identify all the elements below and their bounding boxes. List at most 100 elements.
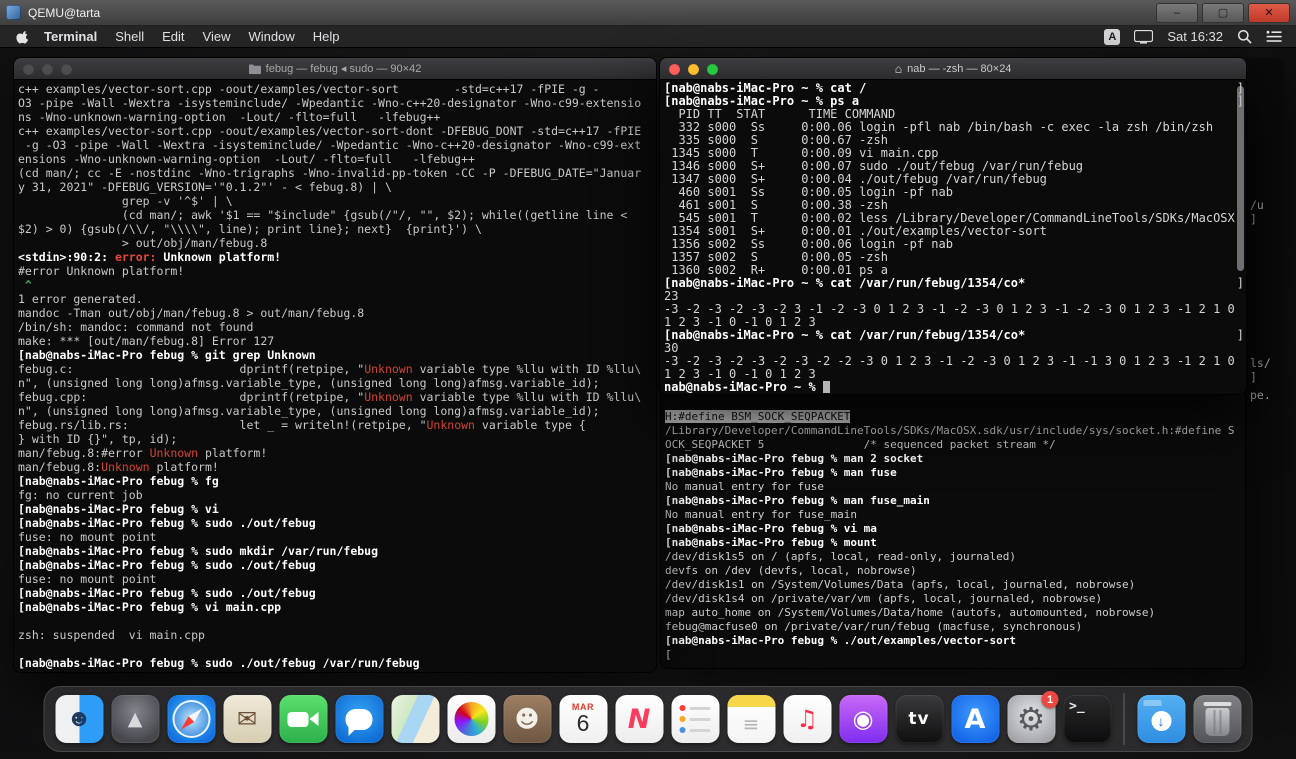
dock-item-downloads[interactable]: ↓ (1136, 691, 1187, 747)
terminal-line: map auto_home on /System/Volumes/Data/ho… (665, 606, 1243, 620)
calendar-icon: MAR6 (559, 695, 607, 743)
menu-app-name[interactable]: Terminal (44, 29, 97, 44)
qemu-maximize-button[interactable]: ▢ (1202, 3, 1244, 23)
terminal-line: OCK_SEQPACKET 5 /* sequenced packet stre… (665, 438, 1243, 452)
terminal-line: 1 error generated. (18, 292, 654, 306)
terminal-line: [nab@nabs-iMac-Pro febug % vi ma (665, 522, 1243, 536)
dock-item-terminal[interactable]: >_ (1062, 691, 1113, 747)
finder-icon: ☻ (55, 695, 103, 743)
dock-item-photos[interactable] (446, 691, 497, 747)
calendar-day: 6 (577, 710, 590, 737)
search-icon[interactable] (1237, 29, 1252, 44)
dock-item-reminders[interactable] (670, 691, 721, 747)
close-button[interactable] (23, 64, 34, 75)
dock-separator (1124, 693, 1125, 745)
dock-item-contacts[interactable]: ☻ (502, 691, 553, 747)
terminal-line: fuse: no mount point (18, 530, 654, 544)
input-source-icon[interactable]: A (1104, 29, 1120, 45)
terminal-line: mandoc -Tman out/obj/man/febug.8 > out/m… (18, 306, 654, 320)
menu-bar-status-area: A Sat 16:32 (1104, 29, 1296, 45)
mail-glyph: ✉ (237, 707, 257, 731)
terminal-line: zsh: suspended vi main.cpp (18, 628, 654, 642)
terminal-line: [nab@nabs-iMac-Pro febug % vi (18, 502, 654, 516)
dock-item-facetime[interactable] (278, 691, 329, 747)
dock-item-maps[interactable] (390, 691, 441, 747)
dock-item-system-preferences[interactable]: ⚙1 (1006, 691, 1057, 747)
launchpad-icon: ▲ (111, 695, 159, 743)
terminal-line (18, 642, 654, 656)
minimize-button[interactable] (42, 64, 53, 75)
terminal-line: H:#define BSM_SOCK_SEQPACKET (665, 410, 1243, 424)
terminal-line: [nab@nabs-iMac-Pro febug % git grep Unkn… (18, 348, 654, 362)
dock-item-finder[interactable]: ☻ (54, 691, 105, 747)
dock-item-podcasts[interactable]: ◉ (838, 691, 889, 747)
terminal-line: [nab@nabs-iMac-Pro ~ % cat /var/run/febu… (664, 277, 1244, 290)
dock-item-launchpad[interactable]: ▲ (110, 691, 161, 747)
dock: ☻▲✉☻MAR6N≡♫◉tvA⚙1>_↓ (44, 686, 1253, 752)
terminal-line: n", (unsigned long long)afmsg.variable_t… (18, 376, 654, 390)
terminal-line: grep -v '^$' | \ (18, 194, 654, 208)
terminal-line: (cd man/; awk '$1 == "$include" {gsub(/"… (18, 208, 654, 222)
camera-lens-shape (309, 712, 318, 726)
contacts-icon: ☻ (503, 695, 551, 743)
terminal-line: [nab@nabs-iMac-Pro febug % sudo ./out/fe… (18, 558, 654, 572)
minimize-button[interactable] (688, 64, 699, 75)
scrollbar-thumb[interactable] (1237, 86, 1244, 271)
reminders-list-shape (680, 705, 711, 733)
scrollbar[interactable] (1235, 83, 1245, 390)
reminders-icon (671, 695, 719, 743)
menu-bar-clock[interactable]: Sat 16:32 (1167, 29, 1223, 44)
zoom-button[interactable] (61, 64, 72, 75)
window-titlebar[interactable]: ⌂ nab — -zsh — 80×24 (660, 58, 1246, 80)
zoom-button[interactable] (707, 64, 718, 75)
dock-item-news[interactable]: N (614, 691, 665, 747)
terminal-line: [nab@nabs-iMac-Pro febug % vi main.cpp (18, 600, 654, 614)
menu-view[interactable]: View (203, 29, 231, 44)
qemu-titlebar[interactable]: QEMU@tarta – ▢ ✕ (0, 0, 1296, 26)
dock-item-calendar[interactable]: MAR6 (558, 691, 609, 747)
qemu-close-button[interactable]: ✕ (1248, 3, 1290, 23)
terminal-window-zsh[interactable]: ⌂ nab — -zsh — 80×24 [nab@nabs-iMac-Pro … (660, 58, 1246, 394)
apple-menu[interactable] (0, 30, 44, 44)
dock-item-safari[interactable] (166, 691, 217, 747)
dock-item-music[interactable]: ♫ (782, 691, 833, 747)
background-window-text: /u (1250, 198, 1264, 212)
dock-item-trash[interactable] (1192, 691, 1243, 747)
terminal-line: #error Unknown platform! (18, 264, 654, 278)
dock-item-mail[interactable]: ✉ (222, 691, 273, 747)
menu-shell[interactable]: Shell (115, 29, 144, 44)
dock-item-messages[interactable] (334, 691, 385, 747)
finder-face: ☻ (55, 695, 103, 743)
music-icon: ♫ (783, 695, 831, 743)
window-titlebar[interactable]: febug — febug ◂ sudo — 90×42 (14, 58, 656, 80)
photos-icon (447, 695, 495, 743)
qemu-minimize-button[interactable]: – (1156, 3, 1198, 23)
terminal-line: /dev/disk1s5 on / (apfs, local, read-onl… (665, 550, 1243, 564)
facetime-icon (279, 695, 327, 743)
news-glyph: N (628, 706, 651, 733)
terminal-line: [nab@nabs-iMac-Pro febug % ./out/example… (665, 634, 1243, 648)
background-window-sliver[interactable]: /u]ls/]pe. (1246, 58, 1284, 668)
terminal-line: /dev/disk1s1 on /System/Volumes/Data (ap… (665, 578, 1243, 592)
terminal-line: [nab@nabs-iMac-Pro febug % man fuse (665, 466, 1243, 480)
video-camera-shape (288, 712, 309, 727)
dock-item-app-store[interactable]: A (950, 691, 1001, 747)
dock-item-notes[interactable]: ≡ (726, 691, 777, 747)
terminal-window-febug[interactable]: febug — febug ◂ sudo — 90×42 c++ example… (14, 58, 656, 672)
terminal-line: -g -O3 -pipe -Wall -Wextra -isysteminclu… (18, 138, 654, 152)
terminal-line: c++ examples/vector-sort.cpp -oout/examp… (18, 82, 654, 96)
dock-item-tv[interactable]: tv (894, 691, 945, 747)
menu-window[interactable]: Window (249, 29, 295, 44)
display-icon[interactable] (1134, 30, 1153, 44)
menu-list-icon[interactable] (1266, 30, 1282, 43)
close-button[interactable] (669, 64, 680, 75)
background-window-text: ] (1250, 370, 1257, 384)
qemu-window-title: QEMU@tarta (28, 6, 1152, 20)
menu-help[interactable]: Help (313, 29, 340, 44)
terminal-content[interactable]: [nab@nabs-iMac-Pro ~ % cat /][nab@nabs-i… (660, 80, 1246, 394)
terminal-line: nab@nabs-iMac-Pro ~ % (664, 381, 1244, 394)
download-arrow-icon: ↓ (1151, 711, 1171, 731)
menu-edit[interactable]: Edit (162, 29, 184, 44)
terminal-content[interactable]: c++ examples/vector-sort.cpp -oout/examp… (14, 80, 656, 672)
traffic-lights (669, 64, 718, 75)
